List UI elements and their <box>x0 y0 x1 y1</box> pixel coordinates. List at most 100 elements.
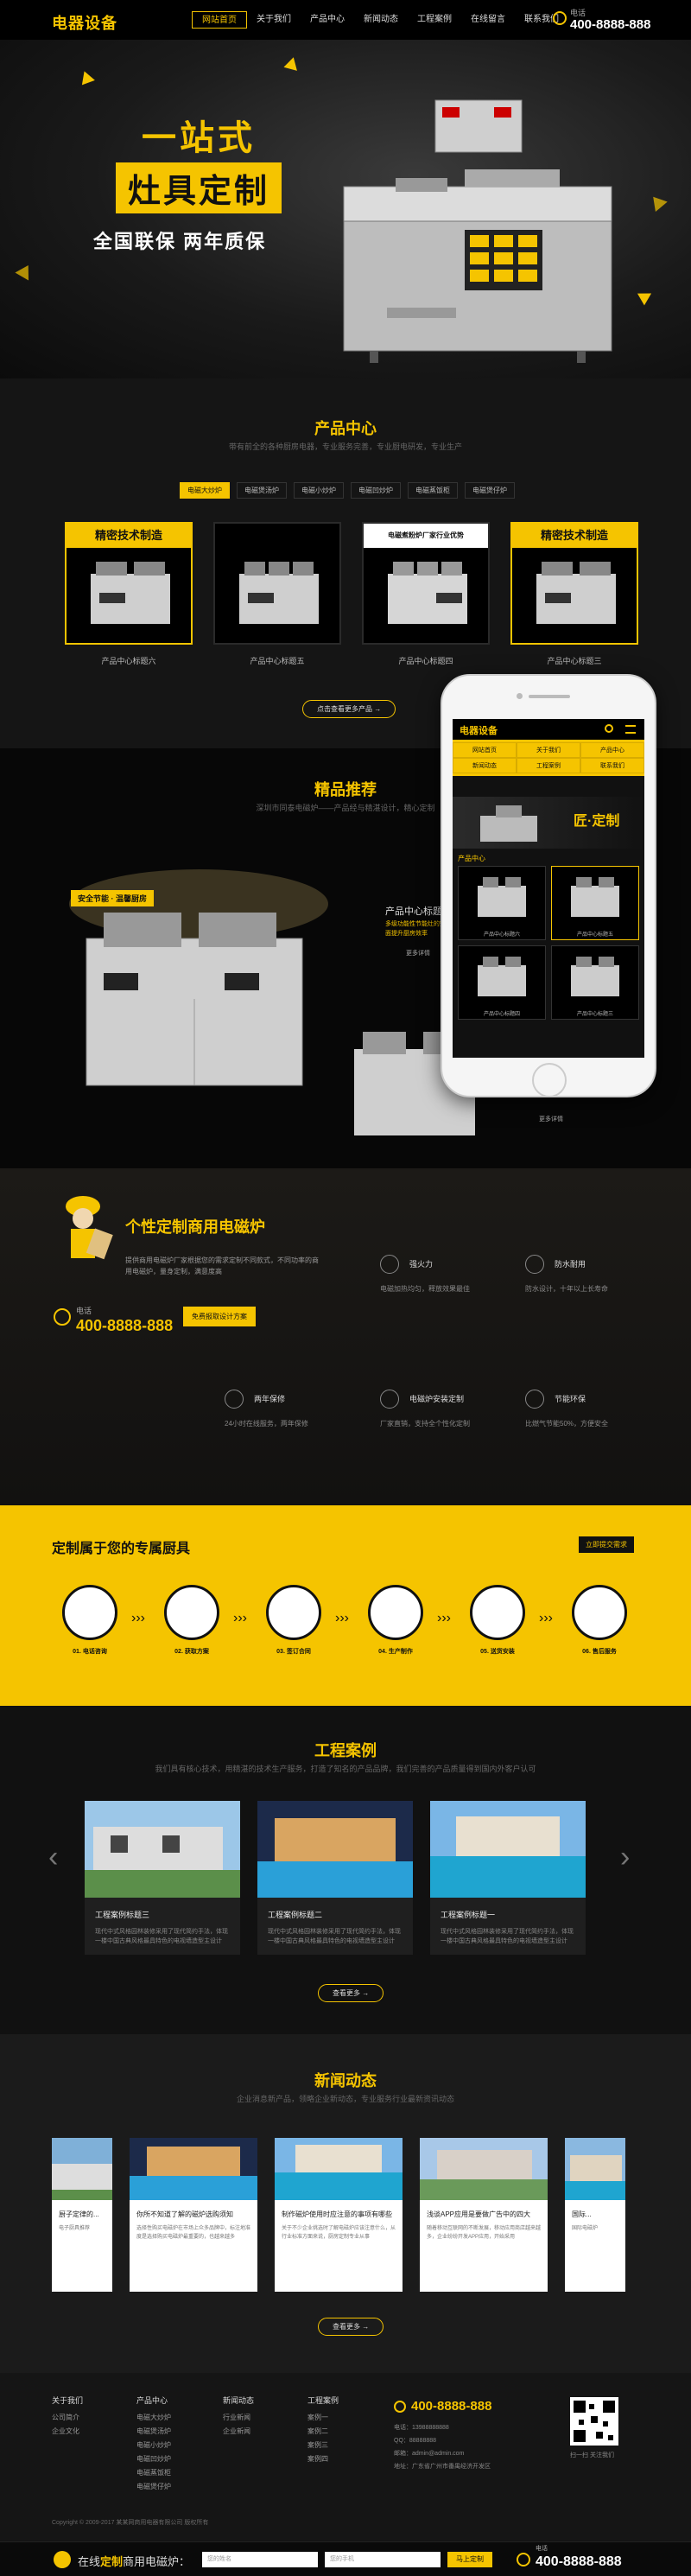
worker-icon <box>66 1196 113 1260</box>
product-image[interactable]: 精密技术制造 <box>65 522 193 645</box>
footer-col-head[interactable]: 产品中心 <box>136 2394 171 2407</box>
tab-product-4[interactable]: 电磁蒸饭柜 <box>408 482 458 499</box>
footer-link[interactable]: 企业文化 <box>52 2425 83 2439</box>
qr-code-icon <box>570 2397 618 2446</box>
mobile-menu-item[interactable]: 联系我们 <box>580 758 644 773</box>
fryer-image <box>478 957 526 996</box>
case-desc: 现代中式风格园林装修采用了现代简约手法，体现一楼中国古典风格最具特色的电视墙造型… <box>268 1929 401 1944</box>
news-card[interactable]: 国际... 国际电磁炉 <box>565 2138 625 2292</box>
product-name[interactable]: 产品中心标题三 <box>510 655 638 666</box>
tab-product-0[interactable]: 电磁大炒炉 <box>180 482 230 499</box>
mobile-product-card[interactable]: 产品中心标题六 <box>458 866 546 940</box>
footer-col-head[interactable]: 关于我们 <box>52 2394 83 2407</box>
footer-link[interactable]: 案例二 <box>307 2425 339 2439</box>
product-image[interactable]: 电磁煮粉炉厂家行业优势 <box>362 522 490 645</box>
footer-phone: 400-8888-888 <box>411 2399 492 2414</box>
triangle-decor-icon <box>647 191 668 213</box>
nav-about[interactable]: 关于我们 <box>247 11 301 29</box>
mobile-product-card[interactable]: 产品中心标题四 <box>458 945 546 1020</box>
chevron-left-icon[interactable]: ‹ <box>48 1841 58 1874</box>
product-image[interactable] <box>213 522 341 645</box>
footer-link[interactable]: 电磁大炒炉 <box>136 2411 171 2425</box>
footer-link[interactable]: 案例一 <box>307 2411 339 2425</box>
product-card[interactable]: 电磁煮粉炉厂家行业优势 产品中心标题四 <box>362 522 490 666</box>
footer-link[interactable]: 电磁凹炒炉 <box>136 2452 171 2466</box>
mobile-menu-item[interactable]: 关于我们 <box>517 742 580 758</box>
news-card[interactable]: 厨子定律的... 电子厨具推荐 <box>52 2138 112 2292</box>
tab-product-2[interactable]: 电磁小炒炉 <box>294 482 344 499</box>
footer-link[interactable]: 行业新闻 <box>223 2411 254 2425</box>
footer-link[interactable]: 电磁煲汤炉 <box>136 2425 171 2439</box>
news-card[interactable]: 你所不知道了解的磁炉选购须知 选择性购买电磁炉在市场上众多品牌中，标注地准度是选… <box>130 2138 257 2292</box>
fryer-image <box>571 877 619 917</box>
custom-plan-button[interactable]: 免费报取设计方案 <box>183 1307 256 1326</box>
submit-request-button[interactable]: 立即提交需求 <box>579 1536 634 1553</box>
mobile-menu-item[interactable]: 产品中心 <box>580 742 644 758</box>
product-name[interactable]: 产品中心标题四 <box>362 655 490 666</box>
mobile-product-card[interactable]: 产品中心标题五 <box>551 866 639 940</box>
product-name[interactable]: 产品中心标题五 <box>213 655 341 666</box>
case-card[interactable]: 工程案例标题一 现代中式风格园林装修采用了现代简约手法，体现一楼中国古典风格最具特… <box>430 1801 586 1955</box>
news-desc: 企业消息新产品，领略企业新动态，专业服务行业最新资讯动态 <box>236 2095 454 2103</box>
process-section: 定制属于您的专属厨具 立即提交需求 01. 电话咨询 02. 获取方案 03. … <box>0 1505 691 1706</box>
footer-col-about: 关于我们 公司简介 企业文化 <box>52 2394 83 2439</box>
bottom-bar-emphasis: 定制 <box>100 2555 124 2568</box>
nav-news[interactable]: 新闻动态 <box>354 11 408 29</box>
product-card[interactable]: 精密技术制造 产品中心标题六 <box>65 522 193 666</box>
mobile-menu-item[interactable]: 新闻动态 <box>453 758 517 773</box>
triangle-decor-icon <box>15 261 35 281</box>
feature-item: 强火力 电磁加热均匀，释放效果最佳 <box>380 1255 518 1350</box>
order-now-button[interactable]: 马上定制 <box>447 2552 492 2567</box>
nav-message[interactable]: 在线留言 <box>461 11 515 29</box>
banner-title-line1: 一站式 <box>142 119 256 157</box>
product-grid: 精密技术制造 产品中心标题六 产品中心标题五 电磁煮粉炉厂家行业优势 产品中心标… <box>65 522 638 666</box>
case-card[interactable]: 工程案例标题二 现代中式风格园林装修采用了现代简约手法，体现一楼中国古典风格最具特… <box>257 1801 413 1955</box>
products-more-button[interactable]: 点击查看更多产品 → <box>302 700 396 718</box>
product-card[interactable]: 精密技术制造 产品中心标题三 <box>510 522 638 666</box>
news-desc: 随着移动互联网的不断发展，移动应用商店越来越多，企业纷纷开发APP应用，开始采用 <box>427 2226 542 2240</box>
mobile-menu-item[interactable]: 工程案例 <box>517 758 580 773</box>
recommend-tag: 安全节能 · 温馨厨房 <box>71 890 154 906</box>
fryer-image <box>478 877 526 917</box>
nav-cases[interactable]: 工程案例 <box>408 11 461 29</box>
case-card[interactable]: 工程案例标题三 现代中式风格园林装修采用了现代简约手法，体现一楼中国古典风格最具特… <box>85 1801 240 1955</box>
tab-product-3[interactable]: 电磁凹炒炉 <box>351 482 401 499</box>
cases-more-button[interactable]: 查看更多 → <box>318 1984 384 2002</box>
product-name[interactable]: 产品中心标题六 <box>65 655 193 666</box>
footer-link[interactable]: 电磁小炒炉 <box>136 2439 171 2452</box>
mobile-section-title: 产品中心 <box>458 855 485 862</box>
news-card[interactable]: 浅谈APP应用是要做广告中的四大 随着移动互联网的不断发展，移动应用商店越来越多… <box>420 2138 548 2292</box>
news-title: 厨子定律的... <box>59 2210 99 2218</box>
mobile-product-card[interactable]: 产品中心标题三 <box>551 945 639 1020</box>
footer-link[interactable]: 案例四 <box>307 2452 339 2466</box>
news-more-button[interactable]: 查看更多 → <box>318 2318 384 2336</box>
footer-link[interactable]: 企业新闻 <box>223 2425 254 2439</box>
tab-product-1[interactable]: 电磁煲汤炉 <box>237 482 287 499</box>
footer-link[interactable]: 案例三 <box>307 2439 339 2452</box>
footer-col-news: 新闻动态 行业新闻 企业新闻 <box>223 2394 254 2439</box>
tab-product-5[interactable]: 电磁煲仔炉 <box>465 482 515 499</box>
footer-col-head[interactable]: 工程案例 <box>307 2394 339 2407</box>
product-card[interactable]: 产品中心标题五 <box>213 522 341 666</box>
footer-link[interactable]: 公司简介 <box>52 2411 83 2425</box>
product-image[interactable]: 精密技术制造 <box>510 522 638 645</box>
mobile-search-icon[interactable] <box>605 724 613 733</box>
footer-link[interactable]: 电磁煲仔炉 <box>136 2480 171 2494</box>
mobile-menu-item[interactable]: 网站首页 <box>453 742 517 758</box>
nav-home[interactable]: 网站首页 <box>192 11 247 29</box>
recommend-more-link-2[interactable]: 更多详情 <box>539 1115 563 1123</box>
recommend-more-link[interactable]: 更多详情 <box>406 949 430 957</box>
fryer-image <box>536 562 616 624</box>
case-desc: 现代中式风格园林装修采用了现代简约手法，体现一楼中国古典风格最具特色的电视墙造型… <box>95 1929 228 1944</box>
footer-link[interactable]: 电磁蒸饭柜 <box>136 2466 171 2480</box>
footer-col-head[interactable]: 新闻动态 <box>223 2394 254 2407</box>
chevron-right-icon[interactable]: › <box>620 1841 630 1874</box>
cases-title: 工程案例 <box>314 1742 377 1759</box>
phone-input[interactable]: 您的手机 <box>325 2552 441 2567</box>
case-image <box>257 1801 413 1898</box>
mobile-menu-icon[interactable] <box>625 725 636 734</box>
site-logo[interactable]: 电器设备 <box>52 11 117 34</box>
nav-products[interactable]: 产品中心 <box>301 11 354 29</box>
name-input[interactable]: 您的姓名 <box>202 2552 318 2567</box>
news-card[interactable]: 制作磁炉使用时应注意的事项有哪些 关于不少企业挑选时了解电磁炉应该注意什么，从行… <box>275 2138 403 2292</box>
